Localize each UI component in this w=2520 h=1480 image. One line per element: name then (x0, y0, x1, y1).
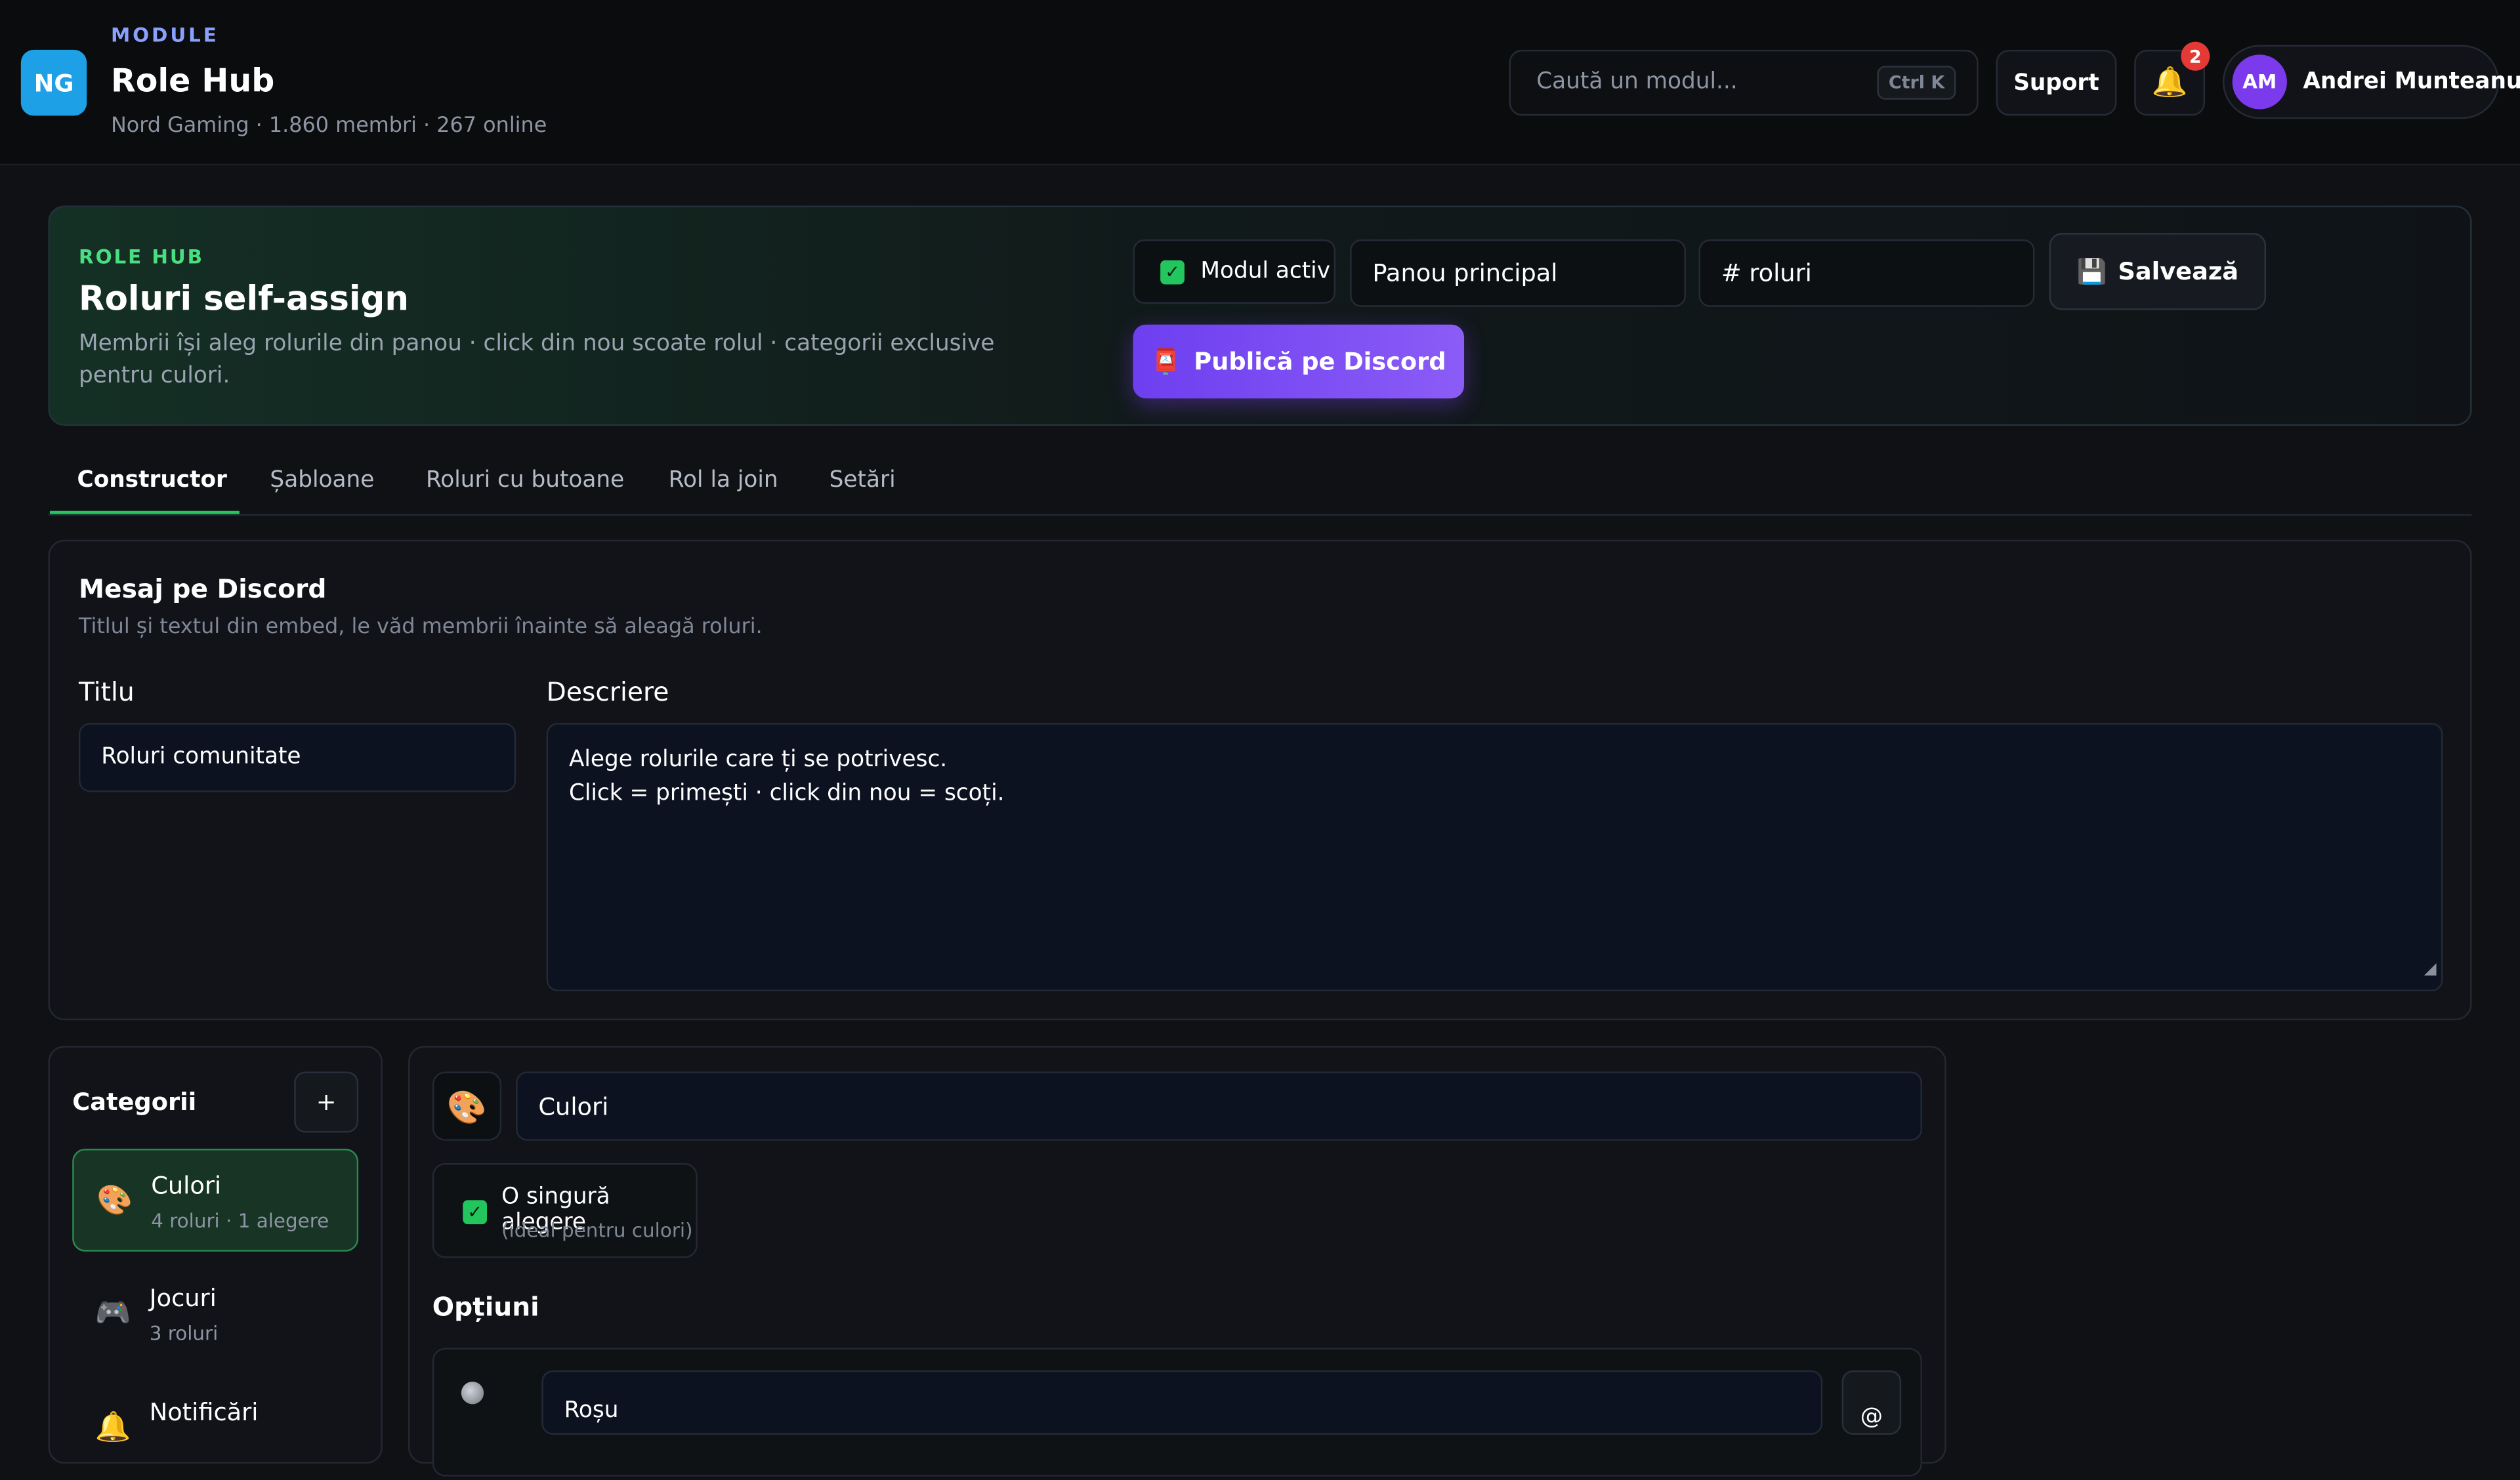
hero-title: Roluri self-assign (79, 279, 409, 318)
category-emoji-picker[interactable]: 🎨 (432, 1071, 502, 1141)
discord-message-card: Mesaj pe Discord Titlul și textul din em… (48, 539, 2472, 1021)
resize-handle-icon[interactable]: ◢ (2424, 953, 2437, 986)
discord-send-icon: 📮 (1150, 346, 1181, 377)
option-color-dot-icon[interactable] (461, 1382, 484, 1405)
tab-templates[interactable]: Șabloane (270, 468, 374, 493)
category-meta: 4 roluri · 1 alegere (151, 1210, 329, 1233)
module-search[interactable]: Ctrl K (1509, 49, 1979, 116)
category-name: Jocuri (149, 1283, 217, 1313)
search-input[interactable] (1533, 67, 1861, 96)
tab-constructor[interactable]: Constructor (77, 468, 227, 493)
category-name-input[interactable]: Culori (516, 1071, 1922, 1141)
category-item-notifications[interactable]: 🔔 Notificări (72, 1377, 358, 1480)
module-active-label: Modul activ (1200, 258, 1330, 285)
search-shortcut-hint: Ctrl K (1877, 66, 1956, 100)
avatar: AM (2232, 54, 2287, 110)
floppy-disk-icon: 💾 (2076, 257, 2107, 286)
embed-description-textarea[interactable]: Alege rolurile care ți se potrivesc. Cli… (546, 723, 2443, 992)
checkbox-checked-icon[interactable]: ✓ (1160, 260, 1185, 285)
palette-icon: 🎨 (96, 1183, 133, 1218)
gamepad-icon: 🎮 (94, 1296, 131, 1330)
save-label: Salvează (2118, 257, 2239, 286)
options-heading: Opțiuni (432, 1291, 539, 1323)
save-button[interactable]: 💾 Salvează (2049, 233, 2267, 310)
category-name: Culori (151, 1171, 222, 1201)
embed-description-text: Alege rolurile care ți se potrivesc. Cli… (568, 747, 1005, 807)
user-name: Andrei Munteanu (2303, 69, 2520, 95)
role-mention-button[interactable]: @ (1841, 1370, 1902, 1435)
category-meta: 3 roluri (149, 1322, 219, 1345)
tab-settings[interactable]: Setări (830, 468, 896, 493)
bell-icon: 🔔 (94, 1410, 131, 1445)
option-row: Roșu @ (432, 1347, 1922, 1477)
module-eyebrow: MODULE (110, 24, 219, 47)
description-field-label: Descriere (546, 676, 669, 707)
channel-select[interactable]: # roluri (1698, 239, 2035, 307)
page-title: Role Hub (110, 61, 275, 100)
user-menu[interactable]: AM Andrei Munteanu (2222, 45, 2520, 119)
module-hero: ROLE HUB Roluri self-assign Membrii își … (48, 205, 2472, 426)
publish-discord-button[interactable]: 📮 Publică pe Discord (1133, 324, 1465, 399)
embed-title-input[interactable]: Roluri comunitate (79, 723, 516, 792)
category-editor: 🎨 Culori ✓ O singură alegere (ideal pent… (408, 1046, 1946, 1477)
card-title: Mesaj pe Discord (79, 573, 327, 604)
palette-icon: 🎨 (446, 1086, 487, 1126)
server-subtitle: Nord Gaming · 1.860 membri · 267 online (110, 113, 547, 138)
active-tab-indicator (49, 510, 240, 514)
top-bar: NG MODULE Role Hub Nord Gaming · 1.860 m… (0, 0, 2520, 166)
module-tabs: Constructor Șabloane Roluri cu butoane R… (48, 453, 2472, 516)
category-item-games[interactable]: 🎮 Jocuri 3 roluri (72, 1263, 358, 1366)
support-button[interactable]: Suport (1996, 49, 2117, 116)
categories-panel: Categorii + 🎨 Culori 4 roluri · 1 aleger… (48, 1046, 383, 1464)
tab-button-roles[interactable]: Roluri cu butoane (426, 468, 624, 493)
tab-join-role[interactable]: Rol la join (669, 468, 778, 493)
publish-label: Publică pe Discord (1194, 346, 1446, 377)
notification-count-badge: 2 (2181, 41, 2210, 71)
bell-icon: 🔔 (2151, 66, 2188, 100)
title-field-label: Titlu (79, 676, 135, 707)
add-category-button[interactable]: + (294, 1071, 359, 1133)
server-logo: NG (20, 49, 87, 116)
app-root: NG MODULE Role Hub Nord Gaming · 1.860 m… (0, 0, 2520, 1477)
hero-eyebrow: ROLE HUB (79, 245, 205, 268)
category-name: Notificări (149, 1397, 259, 1427)
categories-heading: Categorii (72, 1087, 197, 1117)
single-choice-toggle[interactable]: ✓ O singură alegere (ideal pentru culori… (432, 1163, 698, 1258)
card-subtitle: Titlul și textul din embed, le văd membr… (79, 615, 763, 640)
panel-select[interactable]: Panou principal (1350, 239, 1686, 307)
checkbox-checked-icon[interactable]: ✓ (463, 1200, 488, 1225)
module-active-toggle[interactable]: ✓ Modul activ (1133, 239, 1336, 304)
option-name-input[interactable]: Roșu (541, 1370, 1823, 1435)
category-item-colors[interactable]: 🎨 Culori 4 roluri · 1 alegere (72, 1149, 359, 1252)
single-choice-hint: (ideal pentru culori) (501, 1219, 693, 1243)
hero-description: Membrii își aleg rolurile din panou · cl… (79, 331, 995, 389)
